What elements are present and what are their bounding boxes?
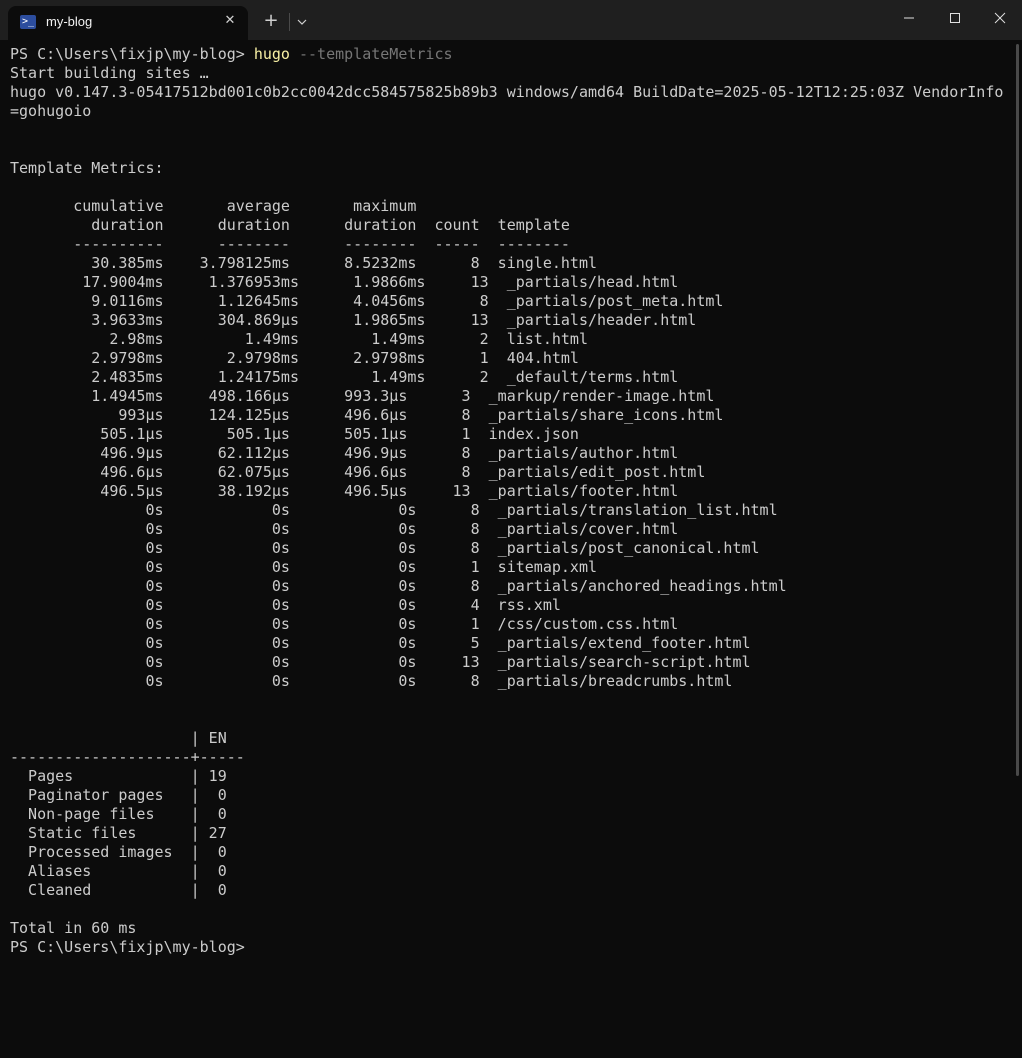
scrollbar[interactable]	[1016, 44, 1019, 776]
powershell-icon: >_	[20, 15, 36, 29]
close-icon	[994, 12, 1006, 24]
new-tab-button[interactable]: +	[259, 11, 283, 33]
chevron-down-icon	[297, 19, 307, 25]
command: hugo	[253, 45, 290, 63]
prompt: PS C:\Users\fixjp\my-blog>	[10, 45, 254, 63]
minimize-icon	[904, 17, 914, 19]
command-parameter: --templateMetrics	[289, 45, 453, 63]
tab-my-blog[interactable]: >_ my-blog ✕	[8, 6, 248, 40]
tab-title: my-blog	[46, 14, 93, 29]
tab-close-icon[interactable]: ✕	[220, 11, 240, 31]
tab-divider	[289, 13, 290, 31]
terminal-output[interactable]: PS C:\Users\fixjp\my-blog> hugo --templa…	[10, 45, 1012, 957]
close-window-button[interactable]	[977, 0, 1022, 36]
maximize-button[interactable]	[932, 0, 978, 36]
maximize-icon	[950, 13, 960, 23]
final-prompt: PS C:\Users\fixjp\my-blog>	[10, 938, 245, 956]
tab-dropdown-button[interactable]	[293, 11, 311, 33]
minimize-button[interactable]	[886, 0, 932, 36]
output-text: Start building sites … hugo v0.147.3-054…	[10, 64, 1004, 937]
title-bar: >_ my-blog ✕ +	[0, 0, 1022, 40]
